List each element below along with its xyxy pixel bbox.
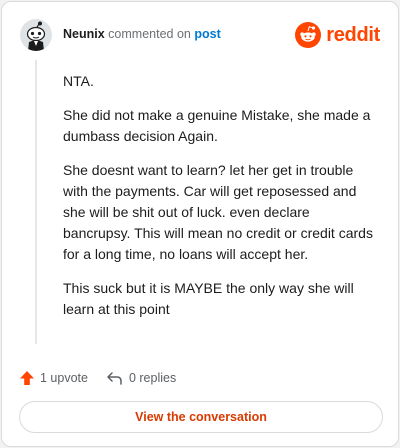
upvote-button[interactable]: 1 upvote	[19, 370, 88, 386]
comment-actions: 1 upvote 0 replies	[19, 368, 176, 388]
action-text: commented on	[108, 27, 191, 41]
view-conversation-button[interactable]: View the conversation	[19, 401, 383, 433]
snoo-avatar-icon	[20, 19, 52, 51]
username-link[interactable]: Neunix	[63, 27, 105, 41]
replies-button[interactable]: 0 replies	[106, 370, 176, 386]
replies-count: 0 replies	[128, 371, 177, 385]
upvote-arrow-icon	[20, 371, 34, 385]
comment-meta: Neunix commented on post	[63, 27, 221, 41]
comment-embed-card: Neunix commented on post reddit NTA. She…	[1, 1, 399, 447]
comment-body: NTA. She did not make a genuine Mistake,…	[63, 71, 379, 333]
comment-header: Neunix commented on post reddit	[20, 19, 382, 51]
reddit-logo-icon	[295, 22, 322, 48]
reddit-wordmark: reddit	[326, 23, 380, 46]
reply-icon	[107, 372, 122, 385]
comment-paragraph: She did not make a genuine Mistake, she …	[63, 107, 371, 144]
comment-paragraph: NTA.	[63, 73, 94, 89]
comment-paragraph: This suck but it is MAYBE the only way s…	[63, 280, 354, 317]
comment-paragraph: She doesnt want to learn? let her get in…	[63, 162, 373, 262]
post-link[interactable]: post	[194, 27, 220, 41]
thread-line	[35, 60, 37, 344]
avatar[interactable]	[20, 19, 52, 51]
upvote-count: 1 upvote	[40, 371, 88, 385]
reddit-brand[interactable]: reddit	[295, 21, 380, 49]
